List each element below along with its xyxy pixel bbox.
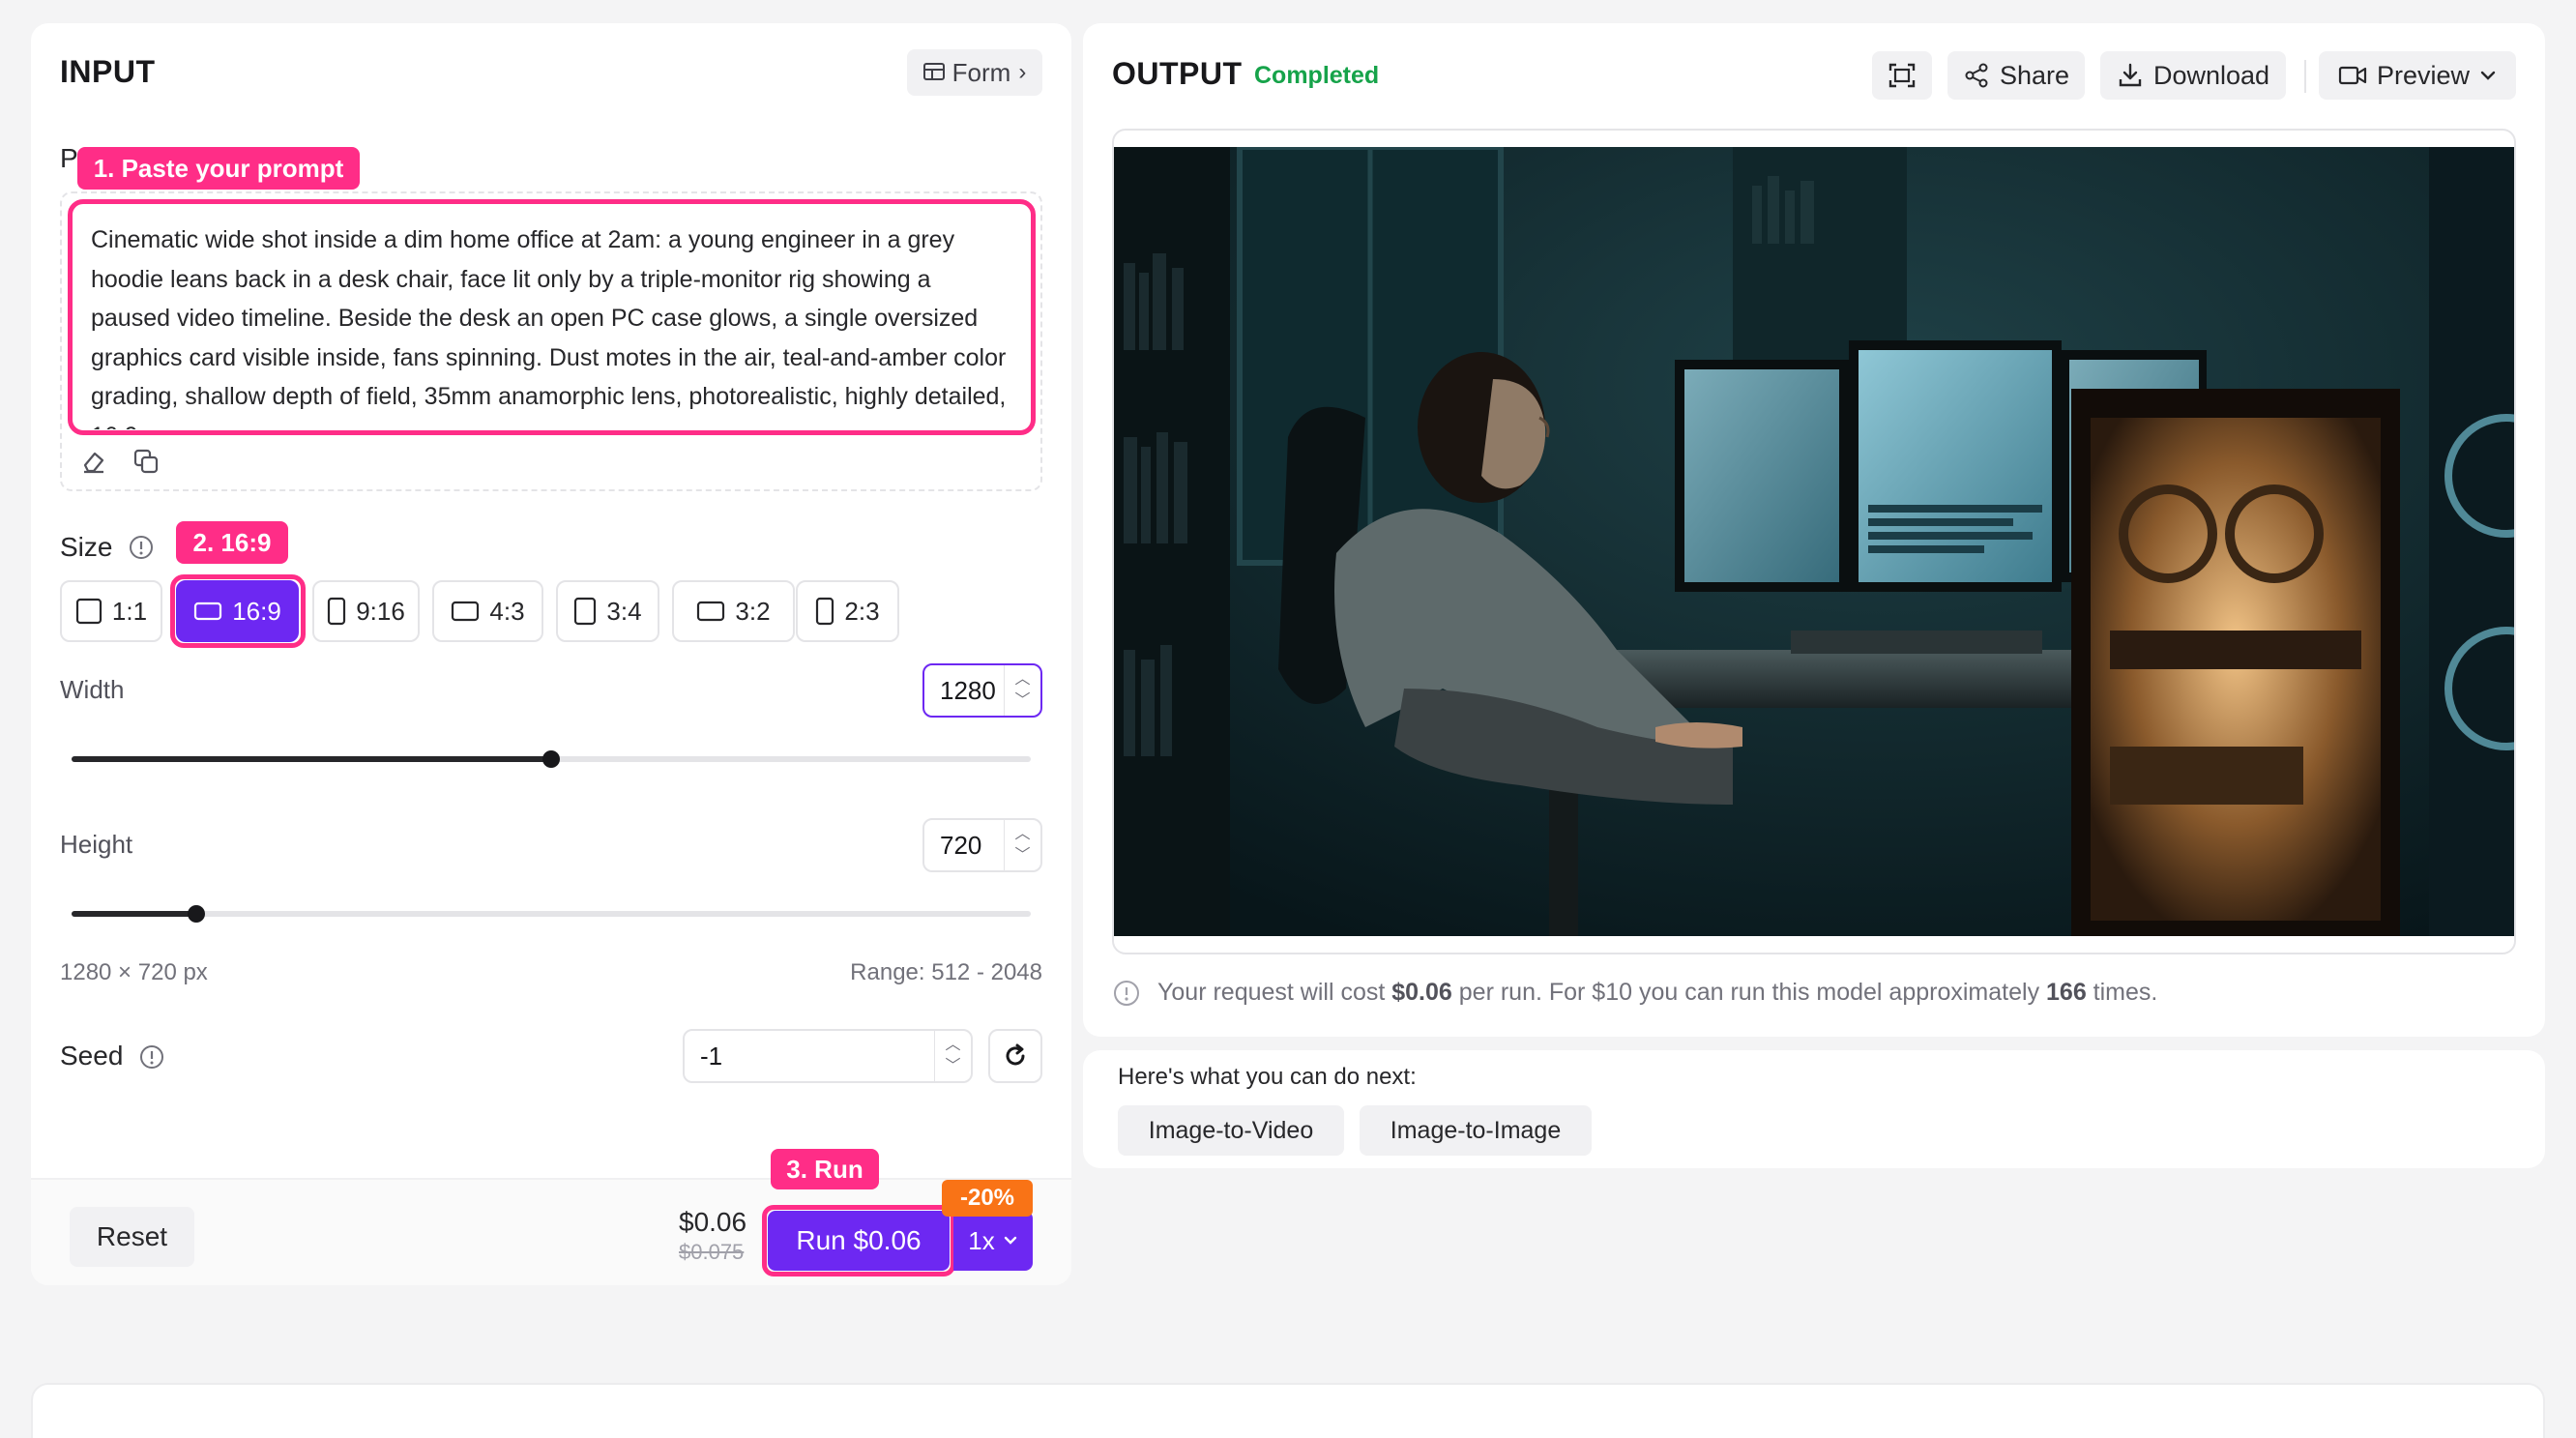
dimensions-text: 1280 × 720 px bbox=[60, 959, 208, 985]
form-view-label: Form bbox=[951, 57, 1011, 87]
info-icon bbox=[1112, 979, 1141, 1012]
share-button[interactable]: Share bbox=[1947, 51, 2085, 100]
cost-count: 166 bbox=[2046, 979, 2087, 1006]
fullscreen-icon bbox=[1888, 63, 1916, 88]
width-slider-thumb[interactable] bbox=[542, 750, 560, 768]
width-input[interactable]: 1280 ︿ ﹀ bbox=[922, 663, 1042, 718]
download-icon bbox=[2119, 63, 2142, 87]
chevron-down-icon bbox=[1004, 1236, 1016, 1245]
price-text: $0.06 bbox=[679, 1207, 747, 1237]
video-camera-icon bbox=[2338, 66, 2367, 85]
aspect-label: 1:1 bbox=[111, 596, 148, 626]
bottom-panel bbox=[31, 1383, 2545, 1438]
output-image[interactable] bbox=[1114, 147, 2514, 936]
reset-label: Reset bbox=[96, 1221, 168, 1251]
range-text: Range: 512 - 2048 bbox=[850, 959, 1042, 985]
portrait-icon bbox=[328, 597, 346, 626]
image-to-video-button[interactable]: Image-to-Video bbox=[1118, 1105, 1344, 1156]
download-button[interactable]: Download bbox=[2100, 51, 2286, 100]
annotation-step-1: 1. Paste your prompt bbox=[77, 147, 360, 190]
status-badge: Completed bbox=[1254, 62, 1380, 89]
annotation-step-3: 3. Run bbox=[771, 1149, 879, 1189]
preview-label: Preview bbox=[2376, 60, 2471, 90]
cost-value: $0.06 bbox=[1391, 979, 1452, 1006]
toolbar-divider bbox=[2304, 60, 2306, 93]
seed-input[interactable]: -1 ︿ ﹀ bbox=[683, 1029, 973, 1083]
form-view-button[interactable]: Form › bbox=[907, 49, 1042, 96]
width-slider-fill bbox=[72, 756, 551, 762]
width-stepper[interactable]: ︿ ﹀ bbox=[1004, 665, 1040, 716]
portrait-icon bbox=[816, 597, 834, 626]
image-to-image-button[interactable]: Image-to-Image bbox=[1360, 1105, 1592, 1156]
aspect-highlight bbox=[170, 574, 306, 648]
chevron-right-icon: › bbox=[1018, 59, 1027, 85]
cost-info-text: Your request will cost $0.06 per run. Fo… bbox=[1157, 979, 2157, 1007]
fullscreen-button[interactable] bbox=[1872, 51, 1932, 100]
multiplier-label: 1x bbox=[968, 1225, 995, 1255]
seed-stepper[interactable]: ︿ ﹀ bbox=[934, 1031, 971, 1081]
aspect-label: 9:16 bbox=[356, 596, 405, 626]
aspect-label: 3:4 bbox=[606, 596, 642, 626]
eraser-icon[interactable] bbox=[79, 447, 108, 476]
aspect-option-1-1[interactable]: 1:1 bbox=[60, 580, 162, 642]
landscape-icon bbox=[697, 601, 725, 622]
aspect-option-9-16[interactable]: 9:16 bbox=[312, 580, 420, 642]
cost-suffix: times. bbox=[2086, 979, 2158, 1006]
height-slider-thumb[interactable] bbox=[188, 905, 205, 923]
share-icon bbox=[1965, 63, 1988, 88]
width-label: Width bbox=[60, 675, 125, 704]
info-icon bbox=[128, 534, 155, 566]
aspect-option-3-4[interactable]: 3:4 bbox=[556, 580, 659, 642]
cost-prefix: Your request will cost bbox=[1157, 979, 1392, 1006]
aspect-option-4-3[interactable]: 4:3 bbox=[432, 580, 543, 642]
height-stepper[interactable]: ︿ ﹀ bbox=[1004, 820, 1040, 870]
height-slider[interactable] bbox=[72, 905, 1031, 923]
height-label: Height bbox=[60, 830, 133, 859]
download-label: Download bbox=[2152, 60, 2270, 90]
aspect-label: 4:3 bbox=[489, 596, 525, 626]
preview-dropdown[interactable]: Preview bbox=[2319, 51, 2516, 100]
info-icon bbox=[138, 1043, 165, 1075]
aspect-option-2-3[interactable]: 2:3 bbox=[796, 580, 899, 642]
square-icon bbox=[75, 598, 102, 625]
refresh-icon bbox=[1006, 1043, 1025, 1066]
seed-value: -1 bbox=[700, 1041, 723, 1071]
table-icon bbox=[922, 58, 945, 88]
output-title: OUTPUT bbox=[1112, 56, 1243, 91]
prompt-label: P bbox=[60, 143, 78, 173]
discount-badge: -20% bbox=[942, 1180, 1033, 1217]
random-seed-button[interactable] bbox=[988, 1029, 1042, 1083]
annotation-step-2: 2. 16:9 bbox=[176, 521, 288, 564]
aspect-label: 3:2 bbox=[735, 596, 771, 626]
height-slider-fill bbox=[72, 911, 196, 917]
height-input[interactable]: 720 ︿ ﹀ bbox=[922, 818, 1042, 872]
aspect-label: 2:3 bbox=[844, 596, 880, 626]
run-highlight bbox=[762, 1205, 955, 1277]
option-label: Image-to-Video bbox=[1148, 1116, 1314, 1144]
next-steps-heading: Here's what you can do next: bbox=[1118, 1064, 1417, 1090]
size-label: Size bbox=[60, 532, 113, 562]
option-label: Image-to-Image bbox=[1390, 1116, 1562, 1144]
width-value: 1280 bbox=[940, 675, 996, 705]
aspect-option-3-2[interactable]: 3:2 bbox=[672, 580, 795, 642]
reset-button[interactable]: Reset bbox=[70, 1207, 194, 1267]
prompt-highlight bbox=[68, 199, 1036, 435]
seed-label: Seed bbox=[60, 1041, 124, 1071]
copy-icon[interactable] bbox=[132, 447, 161, 476]
share-label: Share bbox=[1999, 60, 2070, 90]
input-title: INPUT bbox=[60, 54, 156, 89]
chevron-down-icon bbox=[2480, 71, 2496, 80]
landscape-icon bbox=[452, 601, 480, 622]
multiplier-dropdown[interactable]: 1x bbox=[953, 1211, 1033, 1271]
height-value: 720 bbox=[940, 830, 982, 860]
width-slider[interactable] bbox=[72, 750, 1031, 768]
cost-middle: per run. For $10 you can run this model … bbox=[1451, 979, 2047, 1006]
old-price-text: $0.075 bbox=[679, 1240, 745, 1264]
portrait-icon bbox=[574, 597, 597, 626]
discount-label: -20% bbox=[959, 1185, 1015, 1211]
